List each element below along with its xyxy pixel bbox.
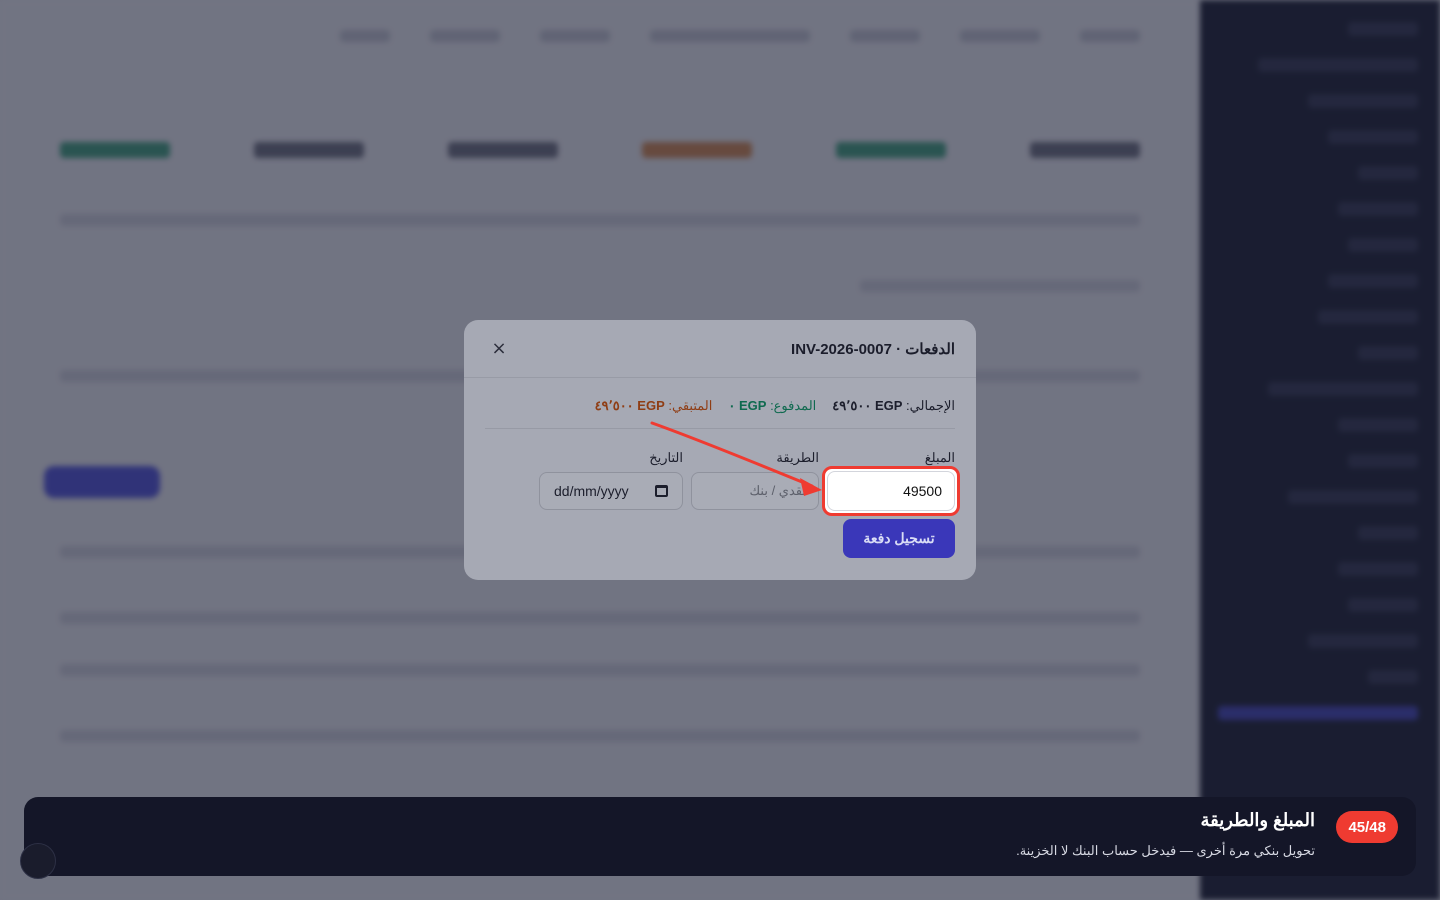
modal-title: الدفعات · INV-2026-0007 [791,340,955,358]
help-button[interactable] [20,843,56,879]
total-label: الإجمالي: [906,398,955,413]
date-label: التاريخ [649,450,683,465]
close-icon[interactable]: × [486,336,512,362]
remaining-value: EGP ٤٩٬٥٠٠ [594,398,665,413]
tour-step-badge: 45/48 [1336,811,1398,843]
amount-input[interactable]: 49500 [827,471,955,511]
record-payment-button[interactable]: تسجيل دفعة [843,519,955,558]
date-input[interactable]: dd/mm/yyyy [539,472,683,510]
paid-label: المدفوع: [770,398,817,413]
tour-panel: 45/48 المبلغ والطريقة تحويل بنكي مرة أخر… [24,797,1416,876]
paid-value: EGP ٠ [728,398,767,413]
calendar-icon[interactable] [655,485,668,497]
method-label: الطريقة [776,450,819,465]
modal-header: الدفعات · INV-2026-0007 × [464,320,976,378]
method-input[interactable]: نقدي / بنك [691,472,819,510]
amount-label: المبلغ [924,450,955,465]
total-value: EGP ٤٩٬٥٠٠ [832,398,903,413]
payments-modal: الدفعات · INV-2026-0007 × الإجمالي: EGP … [464,320,976,580]
summary-total: الإجمالي: EGP ٤٩٬٥٠٠ [832,398,955,414]
tour-description: تحويل بنكي مرة أخرى — فيدخل حساب البنك ل… [1016,843,1315,858]
summary-remaining: المتبقي: EGP ٤٩٬٥٠٠ [595,398,713,414]
date-placeholder: dd/mm/yyyy [554,483,629,499]
divider [485,428,955,429]
payment-summary: الإجمالي: EGP ٤٩٬٥٠٠ المدفوع: EGP ٠ المت… [464,378,976,414]
tour-title: المبلغ والطريقة [1200,810,1315,830]
remaining-label: المتبقي: [668,398,713,413]
summary-paid: المدفوع: EGP ٠ [728,398,816,414]
